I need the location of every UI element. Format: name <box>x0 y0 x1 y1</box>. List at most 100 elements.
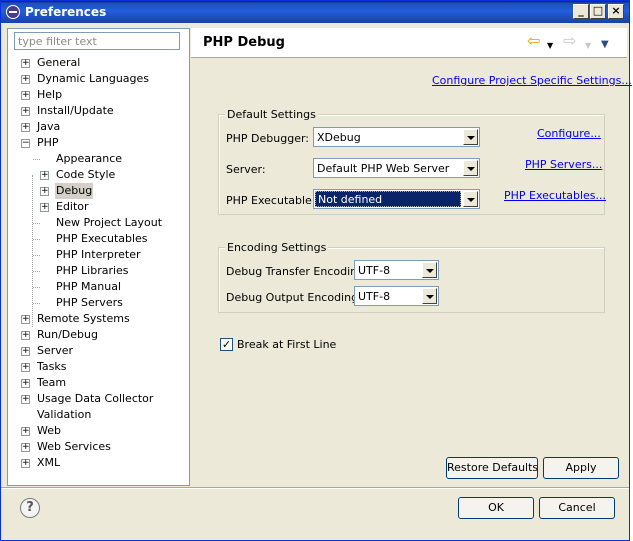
expand-icon[interactable]: + <box>40 187 49 196</box>
tree-item-label[interactable]: PHP Manual <box>55 279 122 295</box>
apply-button[interactable]: Apply <box>543 457 619 479</box>
tree-item-label[interactable]: Web Services <box>36 439 112 455</box>
tree-item-tasks[interactable]: + Tasks <box>8 359 189 375</box>
tree-item-label[interactable]: Run/Debug <box>36 327 99 343</box>
tree-item-team[interactable]: + Team <box>8 375 189 391</box>
break-at-first-line-label[interactable]: Break at First Line <box>237 338 336 351</box>
expand-icon[interactable]: + <box>21 123 30 132</box>
expand-icon[interactable]: + <box>21 315 30 324</box>
tree-item-php-manual[interactable]: PHP Manual <box>8 279 189 295</box>
tree-item-label[interactable]: Editor <box>55 199 90 215</box>
tree-item-label[interactable]: Dynamic Languages <box>36 71 150 87</box>
tree-item-label[interactable]: XML <box>36 455 61 471</box>
forward-arrow-icon[interactable]: ⇨ <box>563 33 576 49</box>
php-servers-link[interactable]: PHP Servers... <box>525 158 602 171</box>
expand-icon[interactable]: + <box>21 331 30 340</box>
tree-item-label[interactable]: PHP Interpreter <box>55 247 142 263</box>
tree-item-help[interactable]: + Help <box>8 87 189 103</box>
tree-item-xml[interactable]: + XML <box>8 455 189 471</box>
expand-icon[interactable]: + <box>21 347 30 356</box>
dropdown-arrow-icon[interactable] <box>422 288 437 304</box>
ok-button[interactable]: OK <box>458 497 534 519</box>
back-menu-chevron-icon[interactable]: ▼ <box>547 38 553 54</box>
tree-item-php-executables[interactable]: PHP Executables <box>8 231 189 247</box>
tree-item-php-servers[interactable]: PHP Servers <box>8 295 189 311</box>
collapse-icon[interactable]: − <box>21 139 30 148</box>
tree-item-label[interactable]: Java <box>36 119 61 135</box>
tree-item-label[interactable]: PHP Executables <box>55 231 149 247</box>
expand-icon[interactable]: + <box>21 363 30 372</box>
tree-item-label[interactable]: Code Style <box>55 167 116 183</box>
tree-item-usage-data-collector[interactable]: + Usage Data Collector <box>8 391 189 407</box>
tree-item-label[interactable]: PHP <box>36 135 60 151</box>
tree-item-debug[interactable]: + Debug <box>8 183 189 199</box>
php-executable-combo[interactable]: Not defined <box>313 189 480 209</box>
expand-icon[interactable]: + <box>21 379 30 388</box>
tree-item-php-libraries[interactable]: PHP Libraries <box>8 263 189 279</box>
expand-icon[interactable]: + <box>21 59 30 68</box>
restore-defaults-button[interactable]: Restore Defaults <box>446 457 538 479</box>
tree-item-php[interactable]: − PHP <box>8 135 189 151</box>
expand-icon[interactable]: + <box>21 107 30 116</box>
tree-item-java[interactable]: + Java <box>8 119 189 135</box>
server-combo[interactable]: Default PHP Web Server <box>313 158 480 178</box>
dropdown-arrow-icon[interactable] <box>422 262 437 278</box>
expand-icon[interactable]: + <box>21 91 30 100</box>
tree-item-label[interactable]: Server <box>36 343 74 359</box>
tree-item-label[interactable]: Remote Systems <box>36 311 131 327</box>
tree-item-code-style[interactable]: + Code Style <box>8 167 189 183</box>
tree-item-general[interactable]: + General <box>8 55 189 71</box>
expand-icon[interactable]: + <box>40 203 49 212</box>
php-debugger-combo[interactable]: XDebug <box>313 127 480 147</box>
expand-icon[interactable]: + <box>40 171 49 180</box>
tree-item-label[interactable]: Tasks <box>36 359 67 375</box>
tree-item-label[interactable]: PHP Libraries <box>55 263 130 279</box>
tree-item-install-update[interactable]: + Install/Update <box>8 103 189 119</box>
tree-item-server[interactable]: + Server <box>8 343 189 359</box>
expand-icon[interactable]: + <box>21 395 30 404</box>
back-arrow-icon[interactable]: ⇦ <box>527 33 540 49</box>
tree-item-web[interactable]: + Web <box>8 423 189 439</box>
debug-transfer-encoding-combo[interactable]: UTF-8 <box>354 260 439 280</box>
tree-item-editor[interactable]: + Editor <box>8 199 189 215</box>
tree-item-dynamic-languages[interactable]: + Dynamic Languages <box>8 71 189 87</box>
tree-item-label[interactable]: Web <box>36 423 62 439</box>
expand-icon[interactable]: + <box>21 443 30 452</box>
help-icon[interactable]: ? <box>20 498 40 518</box>
tree-item-remote-systems[interactable]: + Remote Systems <box>8 311 189 327</box>
tree-item-label[interactable]: Help <box>36 87 63 103</box>
tree-item-run-debug[interactable]: + Run/Debug <box>8 327 189 343</box>
configure-debugger-link[interactable]: Configure... <box>537 127 601 140</box>
filter-input[interactable] <box>14 32 180 50</box>
tree-item-php-interpreter[interactable]: PHP Interpreter <box>8 247 189 263</box>
maximize-button[interactable]: □ <box>590 4 606 19</box>
tree-item-label[interactable]: General <box>36 55 81 71</box>
expand-icon[interactable]: + <box>21 459 30 468</box>
dropdown-arrow-icon[interactable] <box>463 191 478 207</box>
tree-item-label[interactable]: New Project Layout <box>55 215 163 231</box>
tree-item-appearance[interactable]: Appearance <box>8 151 189 167</box>
break-at-first-line-checkbox[interactable]: ✓ <box>220 338 233 351</box>
php-executables-link[interactable]: PHP Executables... <box>504 189 606 202</box>
minimize-button[interactable]: _ <box>573 4 589 19</box>
close-button[interactable]: × <box>608 4 624 19</box>
forward-menu-chevron-icon[interactable]: ▼ <box>585 38 591 54</box>
dropdown-arrow-icon[interactable] <box>463 129 478 145</box>
tree-item-label[interactable]: Install/Update <box>36 103 115 119</box>
configure-project-settings-link[interactable]: Configure Project Specific Settings... <box>432 74 632 87</box>
cancel-button[interactable]: Cancel <box>539 497 615 519</box>
tree-item-web-services[interactable]: + Web Services <box>8 439 189 455</box>
tree-item-validation[interactable]: Validation <box>8 407 189 423</box>
tree-item-label[interactable]: Validation <box>36 407 92 423</box>
dropdown-arrow-icon[interactable] <box>463 160 478 176</box>
expand-icon[interactable]: + <box>21 75 30 84</box>
tree-item-label-selected[interactable]: Debug <box>55 183 94 199</box>
tree-item-label[interactable]: Appearance <box>55 151 123 167</box>
tree-item-label[interactable]: Usage Data Collector <box>36 391 154 407</box>
tree-item-label[interactable]: PHP Servers <box>55 295 124 311</box>
tree-item-new-project-layout[interactable]: New Project Layout <box>8 215 189 231</box>
expand-icon[interactable]: + <box>21 427 30 436</box>
tree-item-label[interactable]: Team <box>36 375 67 391</box>
debug-output-encoding-combo[interactable]: UTF-8 <box>354 286 439 306</box>
view-menu-icon[interactable]: ▼ <box>601 37 609 53</box>
